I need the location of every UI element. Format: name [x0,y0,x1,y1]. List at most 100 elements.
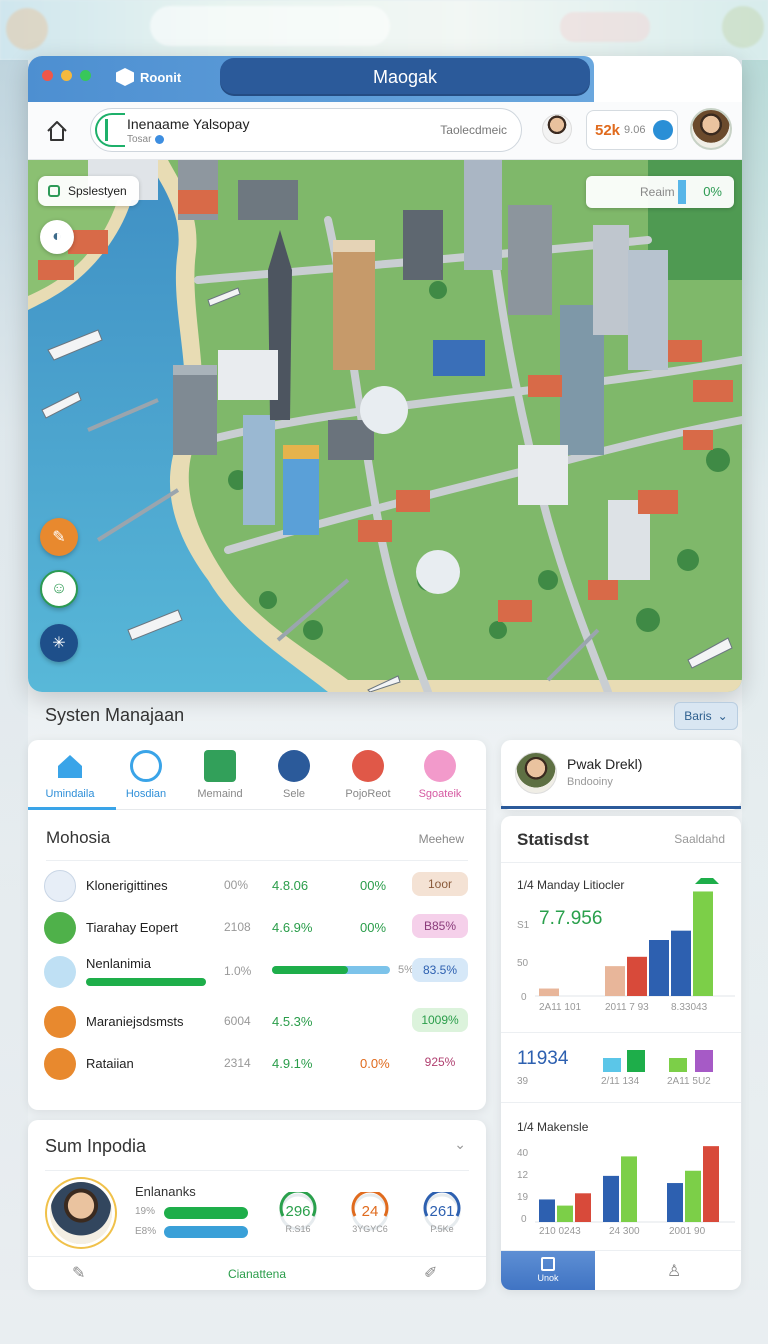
user-avatar[interactable] [690,108,732,150]
avatar[interactable] [50,1182,112,1244]
build-button[interactable]: ✎ [40,518,78,556]
person-icon[interactable]: ♙ [667,1261,681,1281]
cookie-icon [44,1048,76,1080]
title-bar: Roonit Maogak [28,56,594,102]
row-col2: 4.5.3% [272,1014,313,1029]
stats-right-label[interactable]: Saaldahd [674,832,725,846]
chart-bar [627,956,647,996]
check-circle-icon [130,750,162,782]
tab-umindaila[interactable]: Umindaila [32,750,108,800]
row-badge: B85% [412,914,468,938]
coins-sub: 9.06 [624,124,646,136]
axis-tick: 12 [517,1170,529,1181]
nav-tab-stats[interactable]: Unok [501,1251,595,1290]
table-heading: Mohosia [46,828,111,847]
map-layer-chip[interactable]: Spslestyen [38,176,139,206]
table-row[interactable]: Nenlanimia 1.0% 5% 83.5% [42,952,472,992]
chart-bar [693,891,713,996]
user-card-accent [501,806,741,809]
table-row[interactable]: Maraniejsdsmsts 6004 4.5.3% 1009% [42,1002,472,1042]
section-dropdown[interactable]: Baris ⌄ [674,702,738,730]
close-window-button[interactable] [42,70,53,81]
blurred-badges [560,12,650,42]
chart-bar [539,1199,555,1222]
divider [501,862,741,863]
summary-name: Enlananks [135,1184,196,1199]
maximize-window-button[interactable] [80,70,91,81]
row-badge: 925% [412,1050,468,1074]
user-card[interactable]: Pwak Drekl) Bndooiny [501,740,741,810]
x-tick: 2/11 134 [601,1076,640,1087]
gauge-3: 261 P.5Ke [422,1189,462,1234]
tab-pojoreot[interactable]: PojoReot [330,750,406,800]
stats-title: Statisdst [517,830,589,849]
window-title: Maogak [220,58,590,96]
app-logo: Roonit [116,68,181,86]
city-map[interactable]: Spslestyen ◐ Reaim 0% ✎ ☺ ✳ [28,160,742,692]
minimize-window-button[interactable] [61,70,72,81]
paperclip-icon[interactable]: ✐ [424,1263,437,1283]
active-tab-indicator [28,807,116,810]
chevron-down-icon[interactable]: ⌄ [454,1136,466,1153]
compass-button[interactable]: ◐ [40,220,74,254]
axis-tick: 0 [521,992,527,1003]
window-controls [42,70,91,81]
handshake-icon [44,912,76,944]
row-col3: 00% [360,920,387,935]
axis-tick: 39 [517,1076,529,1087]
map-search-field[interactable]: Reaim 0% [586,176,734,208]
badge-icon [424,750,456,782]
profile-search-field[interactable]: Inenaame Yalsopay Tosar Taolecdmeic [90,108,522,152]
summary-footer-link[interactable]: Cianattena [28,1267,486,1281]
summary-rate-1: 19% [135,1206,156,1217]
tab-hosdian[interactable]: Hosdian [108,750,184,800]
row-name: Maraniejsdsmsts [86,1014,184,1029]
stats-bottom-nav: Unok ♙ [501,1250,741,1290]
table-row[interactable]: Rataiian 2314 4.9.1% 0.0% 925% [42,1044,472,1084]
trend-arrow-icon [695,878,719,884]
table-row[interactable]: Klonerigittines 00% 4.8.06 00% 1oor [42,866,472,906]
row-badge: 1009% [412,1008,468,1032]
gauge-label: R.S16 [285,1224,311,1234]
table-row[interactable]: Tiarahay Eopert 2108 4.6.9% 00% B85% [42,908,472,948]
x-tick: 24 300 [609,1226,640,1237]
map-chip-label: Spslestyen [68,184,127,198]
tab-sele[interactable]: Sele [256,750,332,800]
cube-icon [116,68,134,86]
tab-sgoateik[interactable]: Sgoateik [402,750,478,800]
mini-bar [603,1058,621,1072]
gauge-value: 296 [285,1203,311,1220]
table-right-label[interactable]: Meehew [419,832,464,846]
home-button[interactable] [44,118,70,144]
chart-bar [703,1146,719,1222]
axis-tick: 19 [517,1192,529,1203]
tab-memaind[interactable]: Memaind [182,750,258,800]
user-avatar-small[interactable] [542,114,572,144]
coin-icon [653,120,674,140]
x-tick: 8.33043 [671,1002,708,1013]
map-search-placeholder: Reaim [640,185,675,199]
section-title: Systen Manajaan [45,705,185,725]
x-tick: 210 0243 [539,1226,581,1237]
blurred-avatar-right [722,6,764,48]
row-col1: 2314 [224,1056,251,1070]
map-search-bar [678,180,686,204]
map-search-percent: 0% [703,184,722,199]
tab-bar: Umindaila Hosdian Memaind Sele PojoReot … [28,740,486,810]
chart1-bars [535,878,735,997]
profile-marker-icon [95,113,125,147]
row-col2: 4.9.1% [272,1056,313,1071]
home-icon [54,750,86,782]
profile-subtitle: Tosar [127,134,165,145]
citizen-button[interactable]: ☺ [40,570,78,608]
divider [501,1032,741,1033]
row-badge: 83.5% [412,958,468,982]
person-icon: ☺ [50,580,68,597]
blurred-avatar-left [6,8,48,50]
effects-button[interactable]: ✳ [40,624,78,662]
monitor-icon [278,750,310,782]
briefcase-icon [44,1006,76,1038]
chart-bar [667,1183,683,1222]
profile-right-label: Taolecdmeic [440,123,507,137]
coins-counter[interactable]: 52k 9.06 [586,110,678,150]
